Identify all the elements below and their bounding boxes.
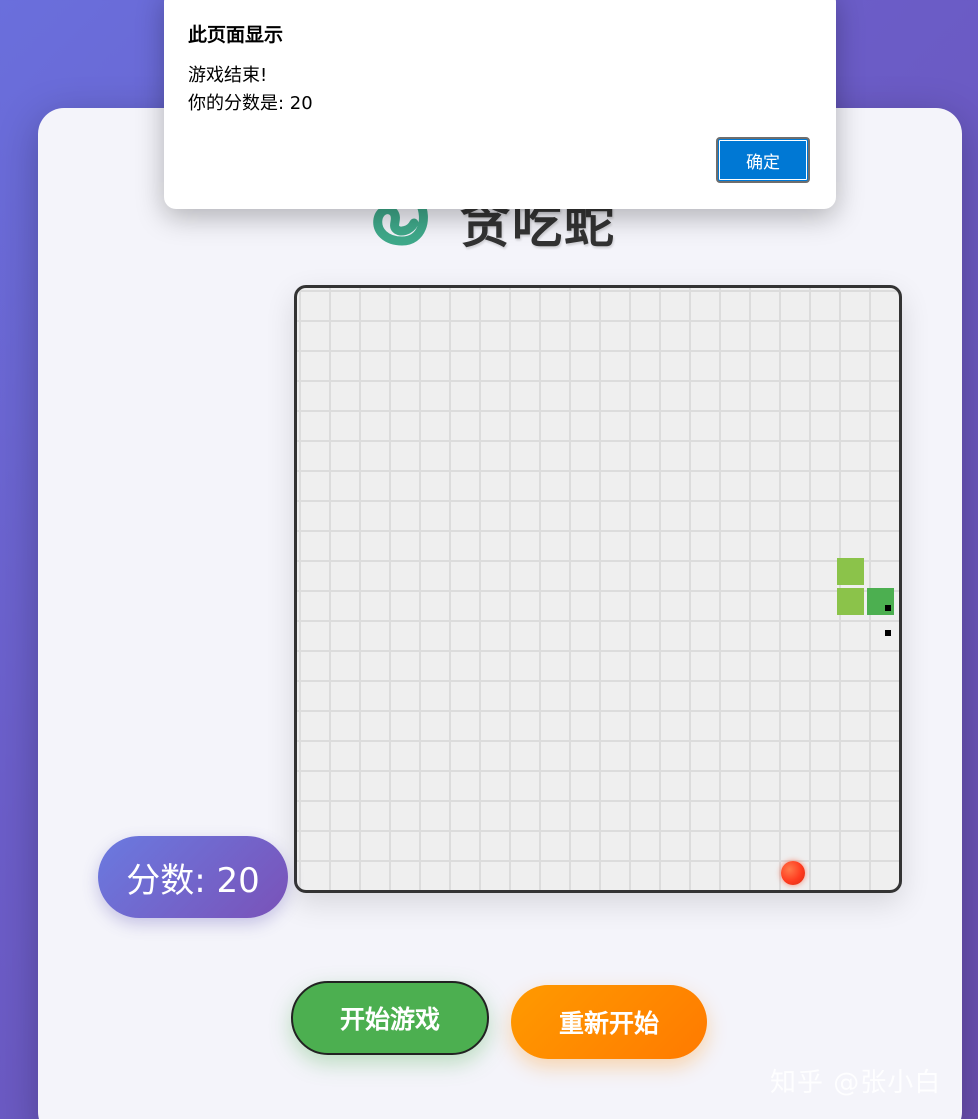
dialog-message: 游戏结束! 你的分数是: 20 [188,62,313,118]
dialog-title: 此页面显示 [188,24,284,46]
restart-button[interactable]: 重新开始 [511,985,707,1059]
ok-label: 确定 [746,152,780,173]
snake-eye [885,605,891,611]
snake-body-segment [837,558,864,585]
watermark: 知乎 @张小白 [770,1068,942,1098]
food-apple [781,861,805,885]
start-game-button[interactable]: 开始游戏 [291,981,489,1055]
snake-eye [885,630,891,636]
snake-head [867,588,894,615]
start-game-label: 开始游戏 [339,1005,440,1034]
ok-button[interactable]: 确定 [716,137,810,183]
restart-label: 重新开始 [558,1009,659,1038]
score-display: 分数: 20 [98,836,288,918]
game-board[interactable] [294,285,902,893]
score-label: 分数: 20 [126,860,260,901]
dialog-message-line: 游戏结束! [188,65,268,86]
snake-body-segment [837,588,864,615]
alert-dialog: 此页面显示 游戏结束! 你的分数是: 20 确定 [164,0,836,209]
dialog-message-line: 你的分数是: 20 [188,93,313,114]
